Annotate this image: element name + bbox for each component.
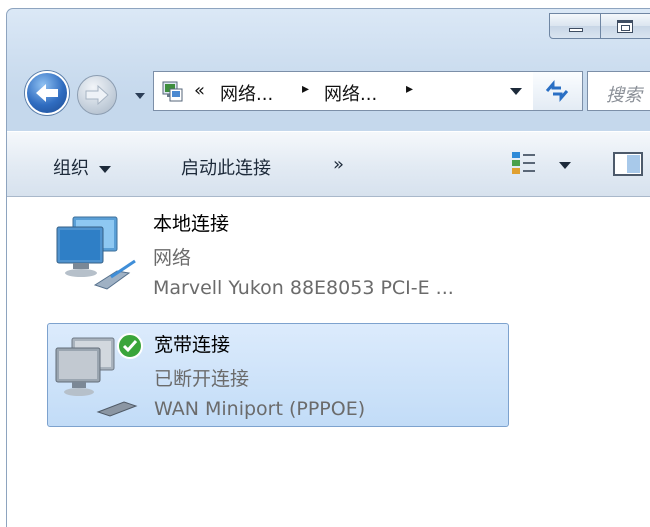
view-options-dropdown[interactable] — [559, 162, 571, 169]
breadcrumb-separator[interactable]: ▸ — [406, 81, 413, 97]
command-bar: 组织 启动此连接 » — [7, 131, 650, 197]
organize-menu[interactable]: 组织 — [53, 154, 111, 180]
connection-name: 宽带连接 — [154, 334, 231, 356]
refresh-icon — [545, 79, 569, 103]
breadcrumb-item[interactable]: 网络... — [220, 80, 273, 106]
start-connection-button[interactable]: 启动此连接 — [181, 154, 271, 180]
search-placeholder: 搜索 — [606, 85, 642, 106]
minimize-icon — [569, 28, 583, 32]
minimize-button[interactable] — [549, 13, 601, 39]
address-dropdown-icon[interactable] — [510, 88, 522, 96]
network-folder-icon — [162, 81, 183, 102]
list-item-broadband-connection[interactable]: 宽带连接 已断开连接 WAN Miniport (PPPOE) — [47, 323, 509, 427]
search-input[interactable]: 搜索 — [587, 71, 650, 111]
chevron-down-icon — [99, 165, 111, 173]
forward-button[interactable] — [77, 75, 117, 115]
preview-pane-icon[interactable] — [613, 152, 643, 176]
lan-connection-icon — [56, 216, 136, 290]
address-bar[interactable]: « 网络... ▸ 网络... ▸ — [153, 71, 549, 111]
maximize-icon — [617, 20, 633, 33]
more-label: » — [333, 154, 345, 175]
maximize-button[interactable] — [601, 13, 650, 39]
back-arrow-icon — [36, 84, 58, 102]
explorer-window: « 网络... ▸ 网络... ▸ 搜索 组织 启动此连接 » 本地连接 网络 … — [6, 8, 650, 527]
connection-status: 网络 — [153, 247, 192, 269]
start-connection-label: 启动此连接 — [181, 158, 271, 179]
address-overflow[interactable]: « — [194, 80, 205, 101]
connection-device: WAN Miniport (PPPOE) — [154, 398, 366, 420]
list-item-local-connection[interactable]: 本地连接 网络 Marvell Yukon 88E8053 PCI-E ... — [47, 203, 509, 307]
forward-arrow-icon — [85, 84, 109, 106]
refresh-button[interactable] — [533, 71, 583, 111]
breadcrumb-separator[interactable]: ▸ — [302, 81, 309, 97]
connections-list: 本地连接 网络 Marvell Yukon 88E8053 PCI-E ... … — [7, 197, 650, 527]
breadcrumb-item[interactable]: 网络... — [324, 80, 377, 106]
organize-label: 组织 — [53, 158, 89, 179]
connection-name: 本地连接 — [153, 213, 230, 235]
chevron-down-icon[interactable] — [133, 89, 147, 103]
back-button[interactable] — [25, 71, 69, 115]
change-view-icon[interactable] — [511, 150, 537, 176]
green-check-icon — [117, 333, 143, 359]
connection-device: Marvell Yukon 88E8053 PCI-E ... — [153, 277, 454, 299]
more-commands-button[interactable]: » — [333, 154, 344, 175]
connection-status: 已断开连接 — [154, 368, 250, 390]
